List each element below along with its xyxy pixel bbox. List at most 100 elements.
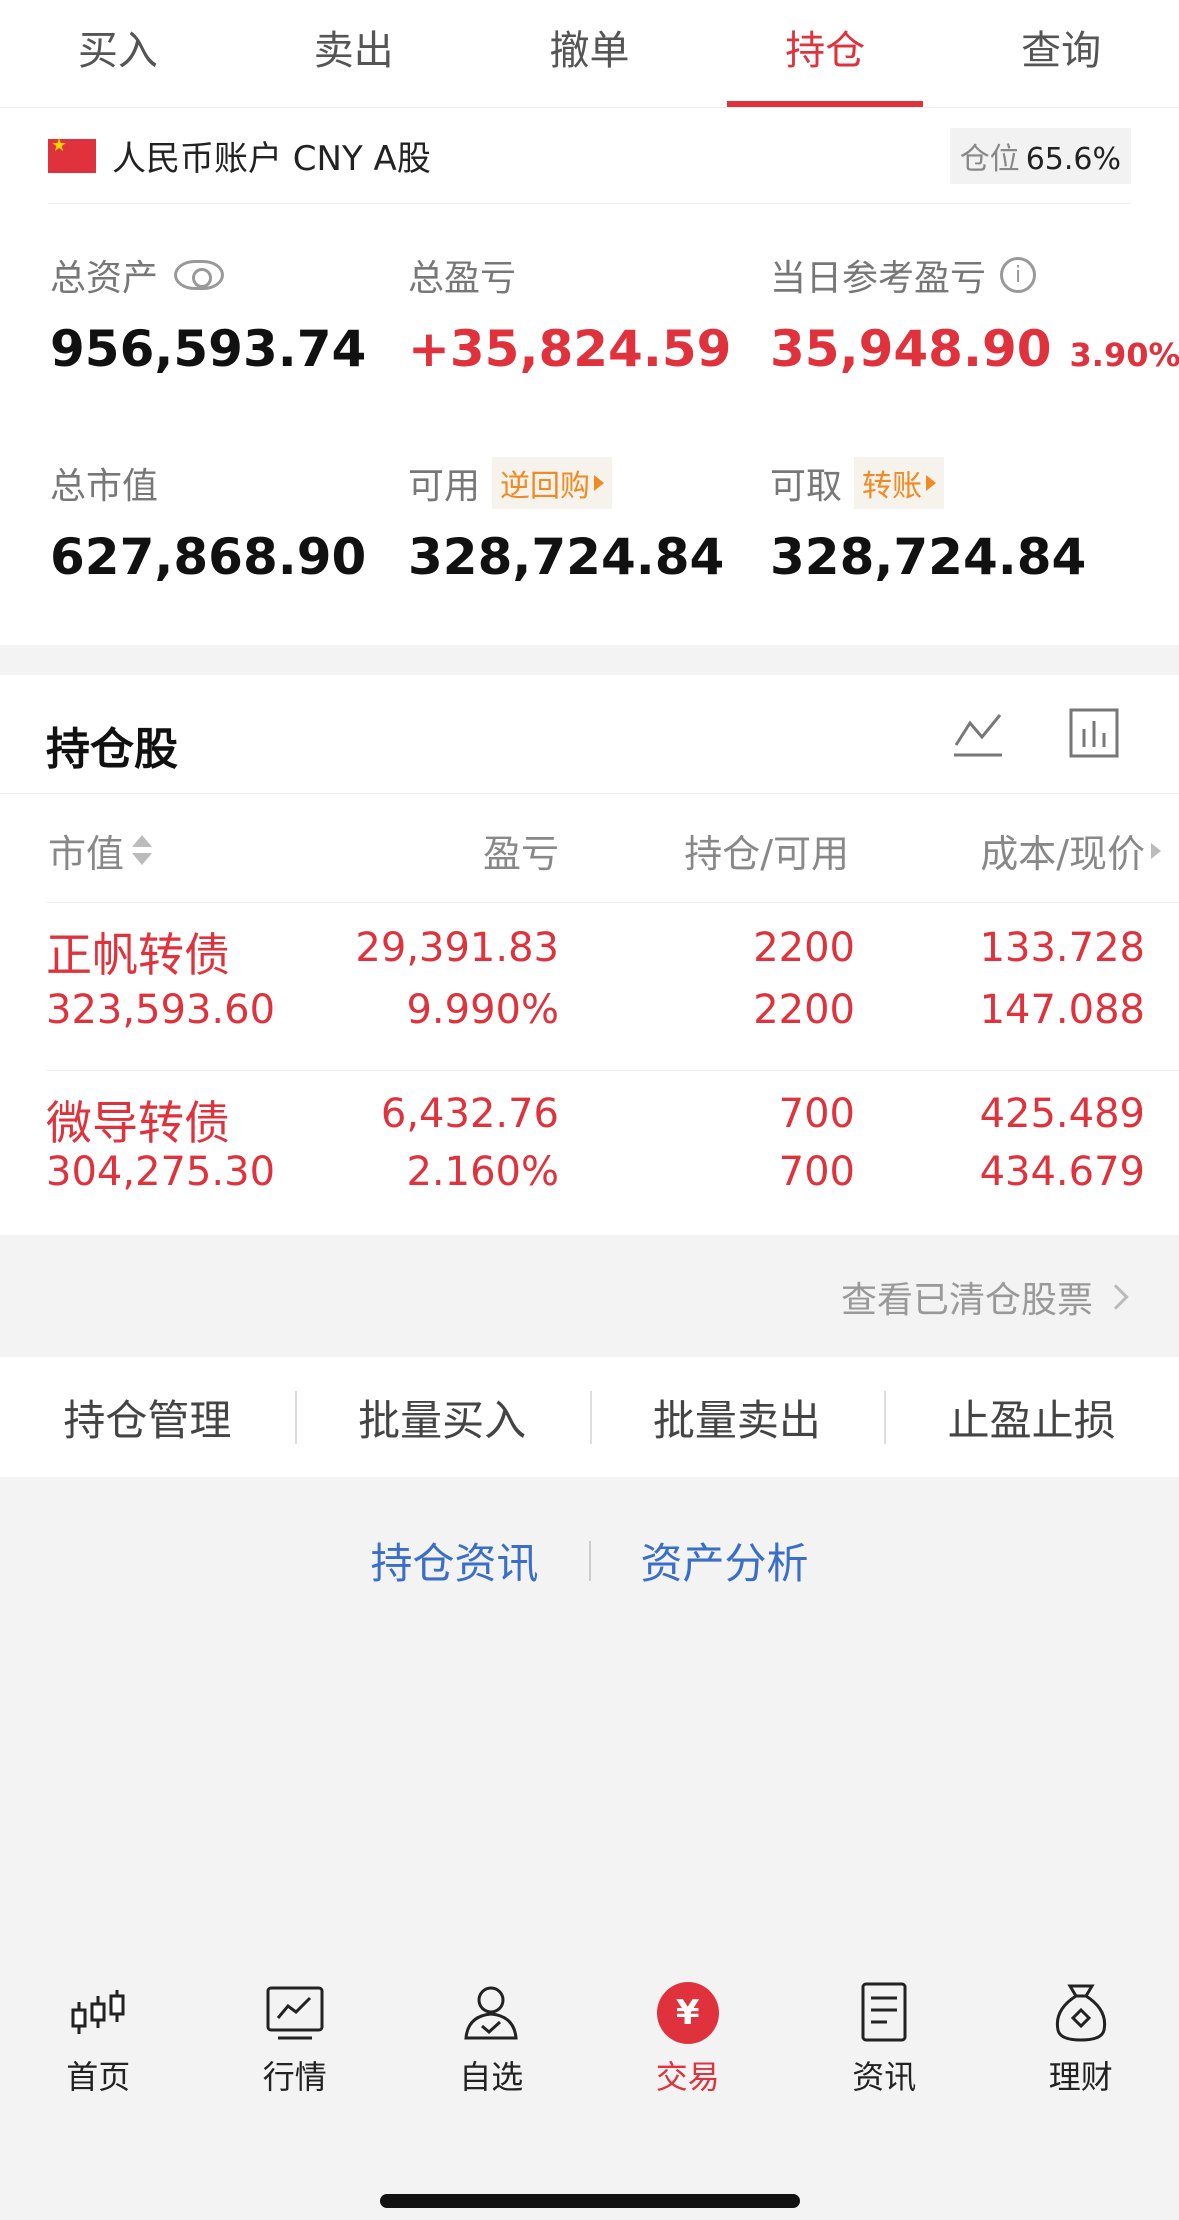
stock-pnl: 29,391.83 xyxy=(355,925,559,971)
total-pnl-value: +35,824.59 xyxy=(408,320,732,378)
money-bag-icon xyxy=(1055,1984,1106,2042)
stock-pnl: 6,432.76 xyxy=(380,1091,559,1137)
nav-market-label: 行情 xyxy=(262,2058,327,2096)
col-holding: 持仓/可用 xyxy=(684,823,849,878)
nav-wealth-label: 理财 xyxy=(1048,2058,1113,2096)
nav-home-label: 首页 xyxy=(66,2058,131,2096)
available-funds: 可用 逆回购 328,724.84 xyxy=(408,457,725,586)
transfer-button[interactable]: 转账 xyxy=(854,457,945,509)
col-pnl: 盈亏 xyxy=(483,823,559,878)
nav-trade-label: 交易 xyxy=(655,2058,720,2096)
total-assets: 总资产 956,593.74 xyxy=(50,250,366,378)
chart-icon xyxy=(266,1986,324,2040)
available-label: 可用 xyxy=(408,466,481,507)
bar-chart-icon[interactable] xyxy=(1068,707,1120,759)
stock-cost: 425.489 xyxy=(979,1091,1145,1137)
col-market-value-label: 市值 xyxy=(48,832,125,876)
asset-analysis-link[interactable]: 资产分析 xyxy=(591,1530,859,1591)
market-value-label: 总市值 xyxy=(50,466,159,507)
nav-watchlist-label: 自选 xyxy=(459,2058,524,2096)
stock-available: 2200 xyxy=(753,987,855,1033)
nav-market[interactable]: 行情 xyxy=(197,1980,394,2140)
total-pnl: 总盈亏 +35,824.59 xyxy=(408,250,731,378)
position-value: 65.6% xyxy=(1025,141,1121,177)
account-selector[interactable]: 人民币账户 CNY A股 仓位65.6% xyxy=(48,108,1131,204)
info-links: 持仓资讯 资产分析 xyxy=(0,1530,1179,1591)
stock-pnl-pct: 2.160% xyxy=(406,1149,559,1195)
tab-query[interactable]: 查询 xyxy=(943,0,1179,107)
stock-holding: 700 xyxy=(778,1091,855,1137)
top-tabs: 买入 卖出 撤单 持仓 查询 xyxy=(0,0,1179,108)
account-summary: 人民币账户 CNY A股 仓位65.6% 总资产 956,593.74 总盈亏 … xyxy=(0,108,1179,645)
document-icon xyxy=(861,1982,907,2042)
caret-right-icon xyxy=(1151,842,1161,859)
home-indicator[interactable] xyxy=(380,2194,800,2208)
holding-management-button[interactable]: 持仓管理 xyxy=(0,1387,295,1448)
stock-cost: 133.728 xyxy=(979,925,1145,971)
reverse-repo-button[interactable]: 逆回购 xyxy=(492,457,613,509)
divider xyxy=(0,793,1179,794)
bottom-nav: 首页 行情 自选 ¥ 交易 资讯 理财 xyxy=(0,1980,1179,2140)
daily-pnl-label: 当日参考盈亏 xyxy=(770,258,987,299)
col-cost-price-label: 成本/现价 xyxy=(980,832,1145,876)
tab-holdings[interactable]: 持仓 xyxy=(707,0,943,107)
batch-buy-button[interactable]: 批量买入 xyxy=(294,1387,590,1448)
nav-home[interactable]: 首页 xyxy=(0,1980,197,2140)
nav-news[interactable]: 资讯 xyxy=(786,1980,983,2140)
line-chart-icon[interactable] xyxy=(952,707,1004,759)
withdrawable-label: 可取 xyxy=(770,466,843,507)
total-assets-value: 956,593.74 xyxy=(50,320,367,378)
view-cleared-stocks-link[interactable]: 查看已清仓股票 xyxy=(840,1271,1129,1323)
col-cost-price[interactable]: 成本/现价 xyxy=(980,823,1161,878)
position-badge: 仓位 65.6% xyxy=(949,127,1131,184)
sort-icon xyxy=(132,831,153,871)
user-check-icon xyxy=(464,1986,518,2040)
total-pnl-label: 总盈亏 xyxy=(408,258,517,299)
stock-pnl-pct: 9.990% xyxy=(406,987,559,1033)
daily-pnl-value: 35,948.90 xyxy=(770,320,1052,378)
col-pnl-label: 盈亏 xyxy=(482,832,559,876)
batch-sell-button[interactable]: 批量卖出 xyxy=(589,1387,885,1448)
info-icon[interactable]: i xyxy=(1000,257,1037,293)
nav-watchlist[interactable]: 自选 xyxy=(393,1980,590,2140)
stock-holding: 2200 xyxy=(753,925,855,971)
col-holding-label: 持仓/可用 xyxy=(684,832,849,876)
market-value: 总市值 627,868.90 xyxy=(50,458,366,586)
holding-news-link[interactable]: 持仓资讯 xyxy=(320,1530,588,1591)
holdings-panel: 持仓股 市值 盈亏 持仓/可用 成本/现价 正帆转债 323,593.60 29… xyxy=(0,675,1179,1235)
action-bar: 持仓管理 批量买入 批量卖出 止盈止损 xyxy=(0,1357,1179,1477)
stock-market-value: 323,593.60 xyxy=(46,987,276,1033)
table-row[interactable]: 微导转债 304,275.30 6,432.76 2.160% 700 700 … xyxy=(0,1071,1179,1237)
total-assets-label: 总资产 xyxy=(50,258,159,299)
col-market-value[interactable]: 市值 xyxy=(48,823,153,878)
account-name: 人民币账户 CNY A股 xyxy=(112,139,431,179)
stock-name: 微导转债 xyxy=(46,1096,230,1150)
cleared-section: 查看已清仓股票 xyxy=(0,1235,1179,1357)
stock-price: 434.679 xyxy=(979,1149,1145,1195)
nav-news-label: 资讯 xyxy=(852,2058,917,2096)
stock-market-value: 304,275.30 xyxy=(46,1149,276,1195)
holdings-title: 持仓股 xyxy=(46,724,178,775)
table-row[interactable]: 正帆转债 323,593.60 29,391.83 9.990% 2200 22… xyxy=(0,903,1179,1069)
daily-pnl-pct: 3.90% xyxy=(1069,336,1179,374)
cleared-link-label: 查看已清仓股票 xyxy=(840,1280,1093,1321)
withdrawable-funds: 可取 转账 328,724.84 xyxy=(770,457,1087,586)
stock-available: 700 xyxy=(778,1149,855,1195)
tab-cancel[interactable]: 撤单 xyxy=(472,0,708,107)
china-flag-icon xyxy=(48,135,96,173)
tab-buy[interactable]: 买入 xyxy=(0,0,236,107)
tab-sell[interactable]: 卖出 xyxy=(236,0,472,107)
available-value: 328,724.84 xyxy=(408,528,725,586)
position-label: 仓位 xyxy=(959,141,1020,177)
eye-icon[interactable] xyxy=(174,260,225,290)
market-value-value: 627,868.90 xyxy=(50,528,367,586)
nav-wealth[interactable]: 理财 xyxy=(983,1980,1179,2140)
stock-price: 147.088 xyxy=(979,987,1145,1033)
nav-trade[interactable]: ¥ 交易 xyxy=(590,1980,787,2140)
stock-name: 正帆转债 xyxy=(46,928,230,982)
daily-pnl: 当日参考盈亏 i 35,948.90 3.90% xyxy=(770,250,1179,378)
take-profit-stop-loss-button[interactable]: 止盈止损 xyxy=(884,1387,1179,1448)
yen-icon: ¥ xyxy=(655,1980,721,2046)
candlestick-icon xyxy=(71,1990,125,2034)
withdrawable-value: 328,724.84 xyxy=(770,528,1087,586)
